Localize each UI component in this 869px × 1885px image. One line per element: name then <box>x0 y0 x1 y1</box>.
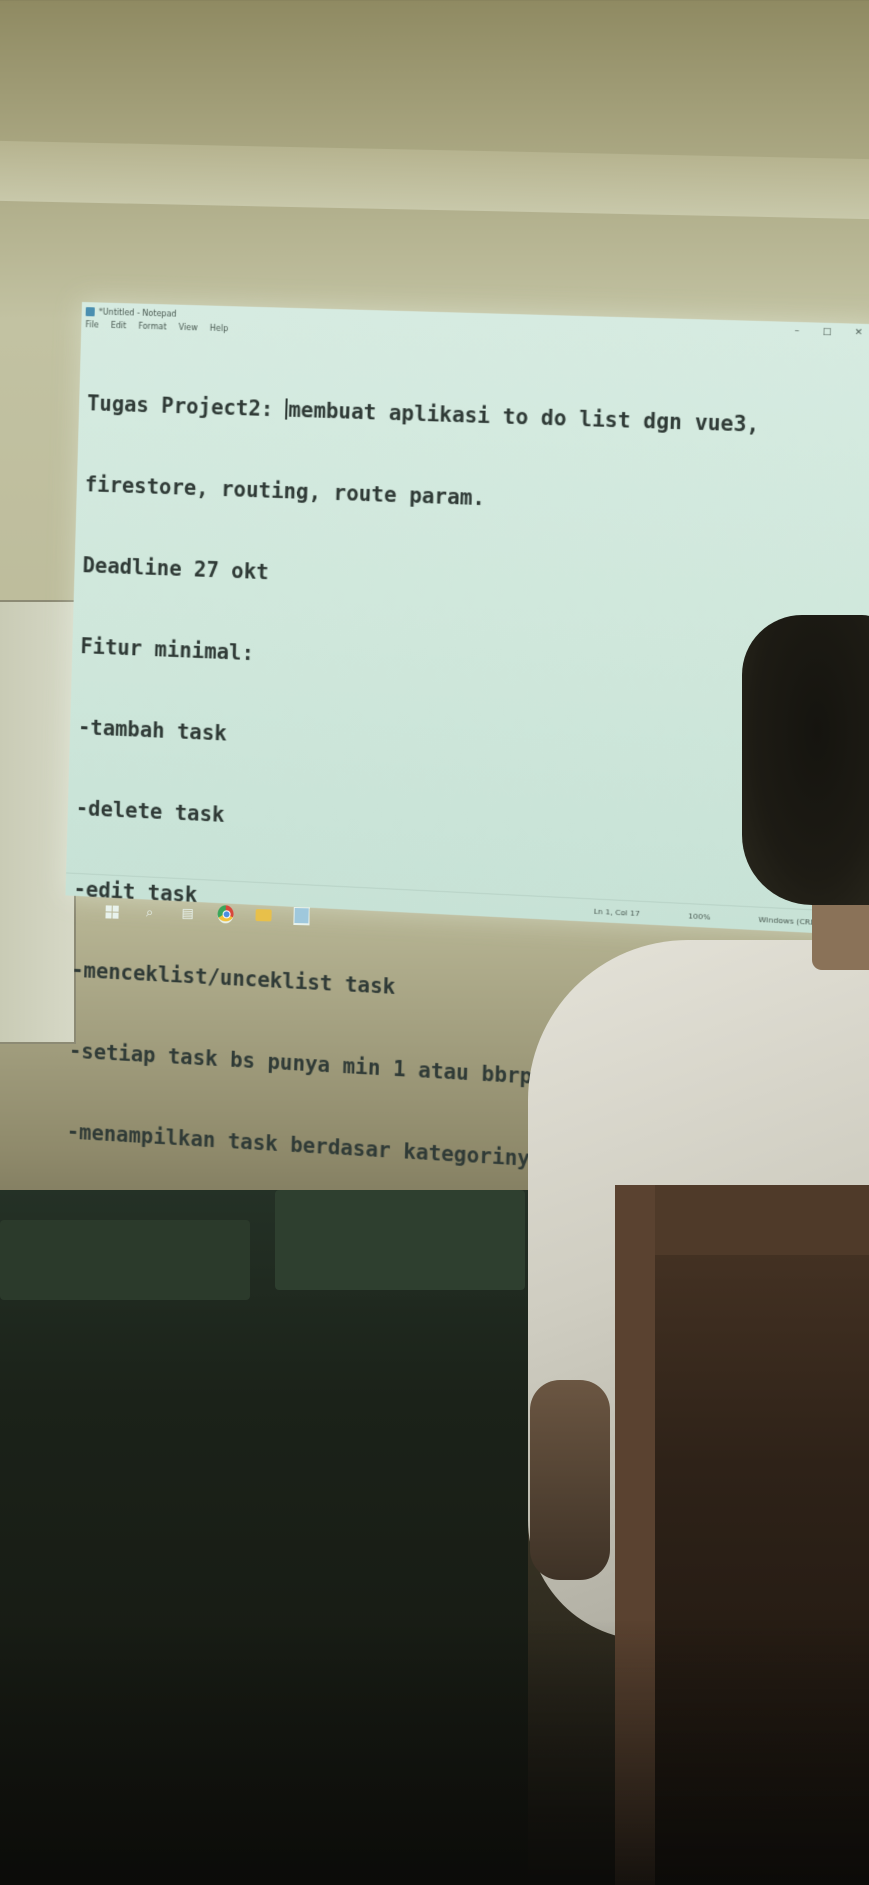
whiteboard <box>0 600 76 1044</box>
window-controls: – □ ✕ <box>794 322 863 342</box>
search-icon[interactable]: ⌕ <box>141 904 157 920</box>
task-view-icon[interactable]: ▤ <box>179 905 195 921</box>
close-button[interactable]: ✕ <box>854 328 862 339</box>
chair-top-rail <box>0 1220 250 1300</box>
editor-line: -delete task <box>75 795 225 827</box>
editor-line: Tugas Project2: membuat aplikasi to do l… <box>86 391 760 437</box>
window-title: *Untitled - Notepad <box>98 306 177 319</box>
menubar: File Edit Format View Help <box>85 320 228 338</box>
maximize-button[interactable]: □ <box>822 327 831 338</box>
text-caret <box>285 398 288 420</box>
windows-start-icon[interactable] <box>103 903 119 919</box>
menu-format[interactable]: Format <box>138 322 167 337</box>
floor-shadow <box>0 1620 869 1885</box>
chrome-icon[interactable] <box>217 905 234 924</box>
chair-top-rail <box>275 1190 525 1290</box>
notepad-app-icon <box>85 306 95 316</box>
editor-line: firestore, routing, route param. <box>84 472 486 511</box>
chair-top-rail <box>655 1185 869 1255</box>
minimize-button[interactable]: – <box>794 326 799 336</box>
person-hair <box>742 615 869 905</box>
menu-edit[interactable]: Edit <box>110 321 127 335</box>
ceiling-band <box>0 140 869 220</box>
file-explorer-icon[interactable] <box>255 907 272 923</box>
menu-file[interactable]: File <box>85 320 99 334</box>
person-arm <box>530 1380 610 1580</box>
menu-view[interactable]: View <box>178 323 198 338</box>
notepad-icon[interactable] <box>293 906 310 926</box>
editor-line: Deadline 27 okt <box>82 553 270 585</box>
menu-help[interactable]: Help <box>210 324 229 339</box>
